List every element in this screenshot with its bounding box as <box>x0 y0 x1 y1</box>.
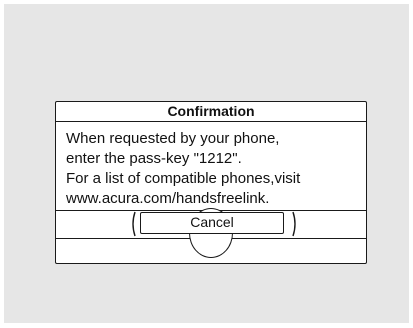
dialog-message: When requested by your phone, enter the … <box>66 129 361 209</box>
cancel-button[interactable]: Cancel <box>140 212 284 234</box>
confirmation-dialog: Confirmation When requested by your phon… <box>55 101 367 264</box>
message-line: For a list of compatible phones,visit <box>66 170 301 187</box>
display-screen: Confirmation When requested by your phon… <box>4 4 409 323</box>
message-line: enter the pass-key "1212". <box>66 150 242 167</box>
dialog-title: Confirmation <box>56 102 366 122</box>
message-line: www.acura.com/handsfreelink. <box>66 190 270 207</box>
message-line: When requested by your phone, <box>66 130 280 147</box>
